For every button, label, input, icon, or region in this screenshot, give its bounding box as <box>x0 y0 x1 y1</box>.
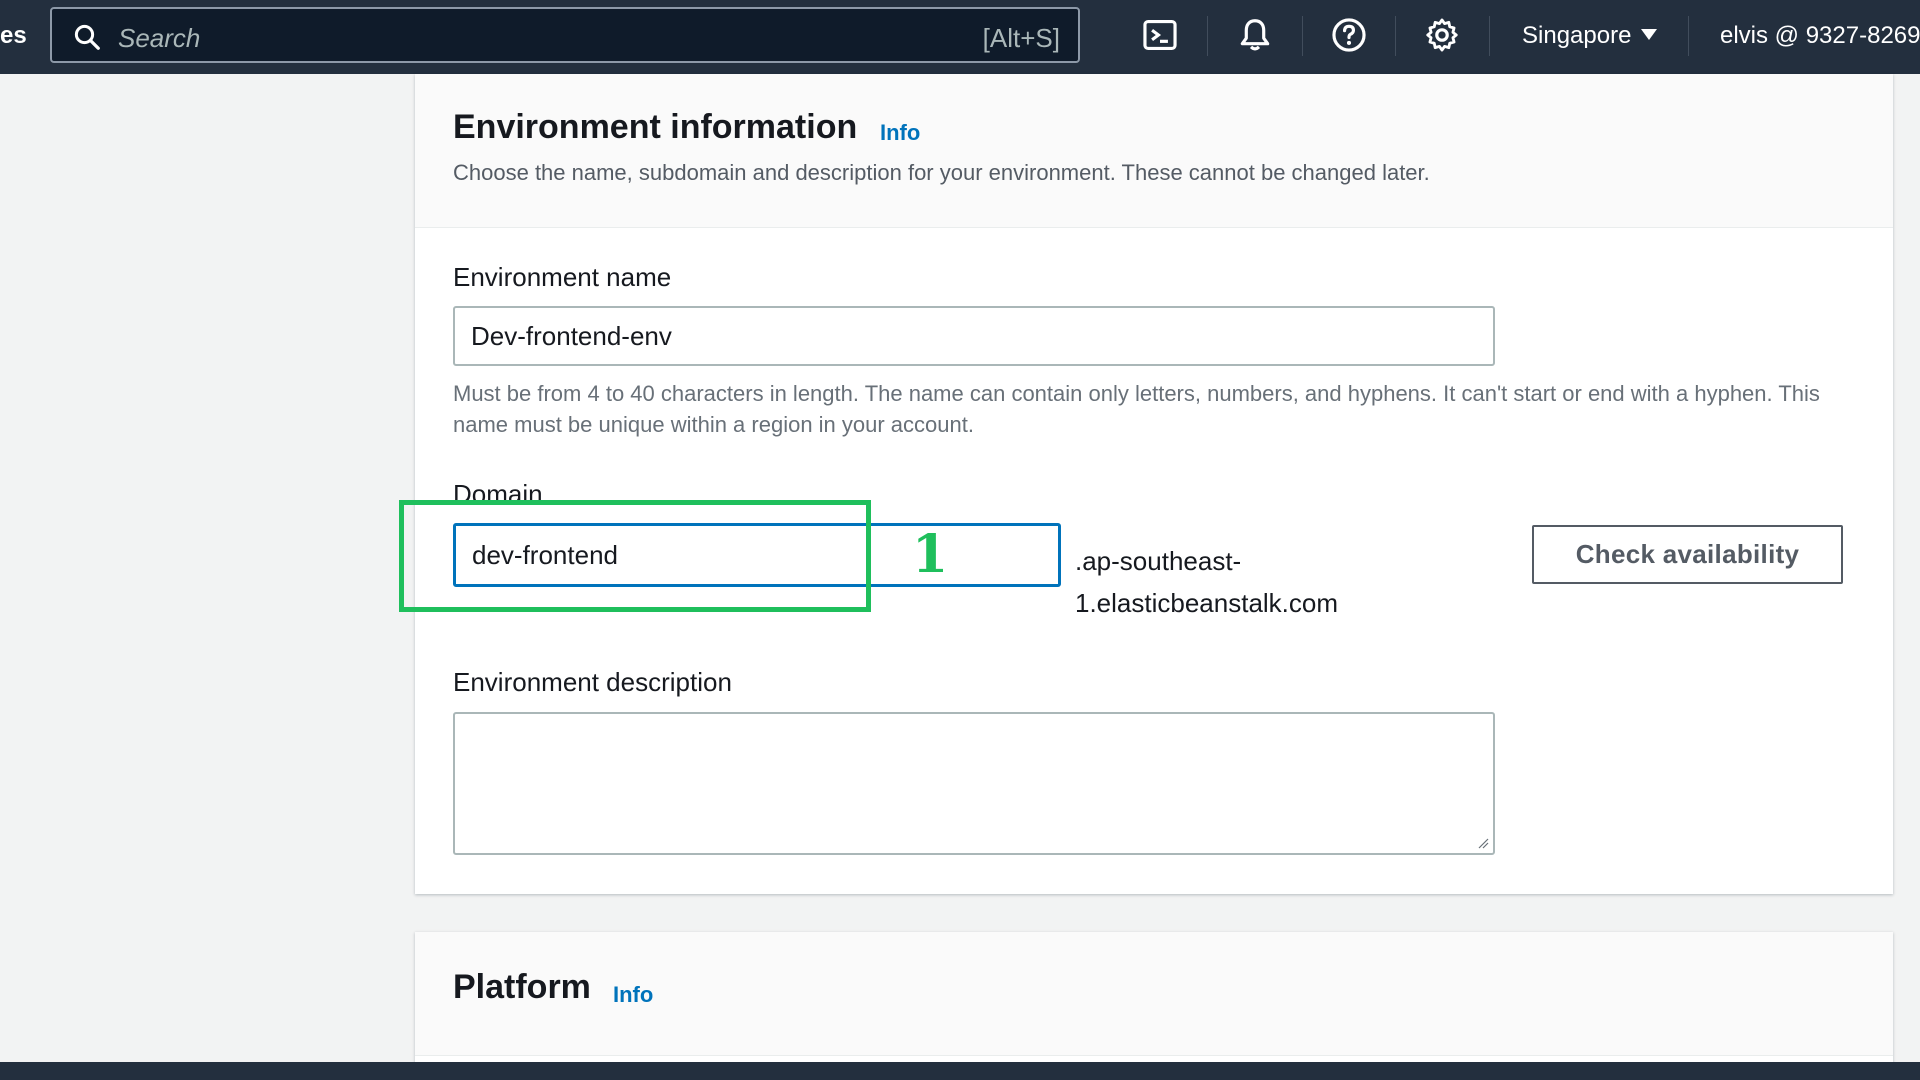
region-label: Singapore <box>1522 22 1632 49</box>
search-placeholder: Search <box>118 23 201 53</box>
caret-down-icon <box>1641 29 1658 40</box>
environment-description-textarea[interactable] <box>453 712 1495 855</box>
environment-description-label: Environment description <box>453 667 732 697</box>
bell-icon[interactable] <box>1236 16 1274 54</box>
environment-name-label: Environment name <box>453 262 672 292</box>
search-bar[interactable]: Search [Alt+S] <box>50 7 1080 63</box>
search-shortcut: [Alt+S] <box>982 23 1060 53</box>
platform-panel: Platform Info <box>415 932 1893 1080</box>
annotation-step-number: 1 <box>912 524 949 585</box>
environment-name-input[interactable]: Dev-frontend-env <box>453 306 1495 366</box>
account-menu[interactable]: elvis @ 9327-8269 <box>1720 22 1920 50</box>
panel-header: Platform Info <box>415 932 1893 1056</box>
services-menu-clipped[interactable]: es <box>0 22 27 50</box>
environment-information-panel: Environment information Info Choose the … <box>415 74 1893 894</box>
domain-suffix-line2: 1.elasticbeanstalk.com <box>1075 588 1339 618</box>
resize-grip-icon[interactable] <box>1477 837 1489 849</box>
region-selector[interactable]: Singapore <box>1522 22 1658 50</box>
nav-separator <box>1395 16 1396 56</box>
cloudshell-icon[interactable] <box>1141 16 1179 54</box>
annotation-highlight-box <box>399 500 871 612</box>
section-title: Environment information <box>453 108 858 146</box>
domain-suffix-line1: .ap-southeast- <box>1075 546 1242 576</box>
section-description: Choose the name, subdomain and descripti… <box>453 160 1430 185</box>
nav-separator <box>1302 16 1303 56</box>
nav-separator <box>1688 16 1689 56</box>
gear-icon[interactable] <box>1423 16 1461 54</box>
section-title: Platform <box>453 968 591 1006</box>
top-navigation-bar: es Search [Alt+S] Singapore elvis @ 9327… <box>0 0 1920 74</box>
info-link[interactable]: Info <box>880 120 920 146</box>
environment-name-hint: Must be from 4 to 40 characters in lengt… <box>453 381 1820 437</box>
info-link[interactable]: Info <box>613 982 653 1008</box>
nav-separator <box>1207 16 1208 56</box>
domain-suffix: .ap-southeast- 1.elasticbeanstalk.com <box>1075 540 1338 624</box>
panel-header: Environment information Info Choose the … <box>415 74 1893 228</box>
check-availability-button[interactable]: Check availability <box>1532 525 1843 584</box>
nav-separator <box>1489 16 1490 56</box>
help-icon[interactable] <box>1330 16 1368 54</box>
search-icon <box>74 24 100 50</box>
environment-name-value: Dev-frontend-env <box>471 320 672 351</box>
bottom-bar <box>0 1062 1920 1080</box>
